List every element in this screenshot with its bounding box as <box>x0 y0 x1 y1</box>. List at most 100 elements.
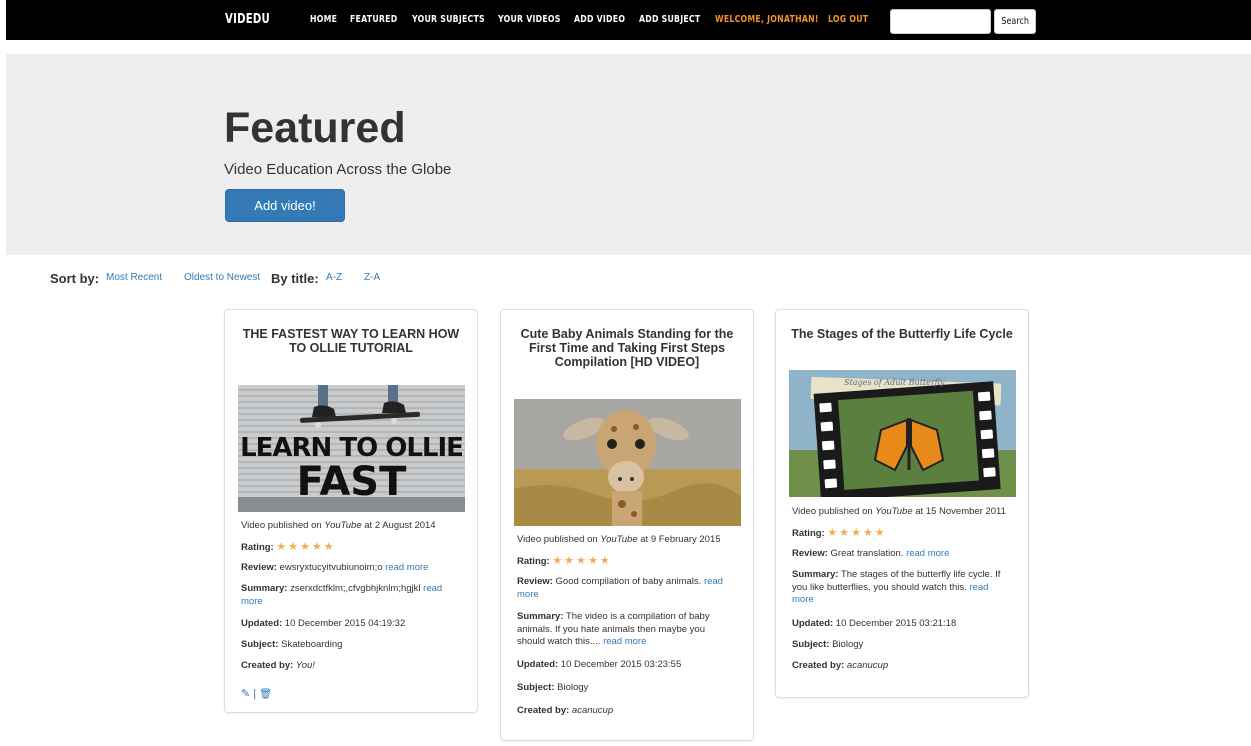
created-by-value: You! <box>295 660 315 671</box>
read-more-link[interactable]: more <box>241 596 263 607</box>
review-label: Review: <box>241 562 277 573</box>
top-navbar: VIDEDU HOME FEATURED YOUR SUBJECTS YOUR … <box>6 0 1251 40</box>
video-card: Cute Baby Animals Standing for the First… <box>500 309 754 741</box>
published-info: Video published on YouTube at 2 August 2… <box>241 520 465 533</box>
read-more-link[interactable]: read <box>704 576 723 587</box>
review-label: Review: <box>517 576 553 587</box>
nav-home[interactable]: HOME <box>310 14 337 25</box>
video-thumbnail[interactable]: Stages of Adult Butterfly <box>789 370 1016 497</box>
read-more-link[interactable]: more <box>517 589 539 600</box>
hero-banner: Featured Video Education Across the Glob… <box>6 54 1251 255</box>
created-by-label: Created by: <box>517 705 570 716</box>
rating-label: Rating: <box>241 542 274 553</box>
subject-label: Subject: <box>241 639 279 650</box>
nav-your-subjects[interactable]: YOUR SUBJECTS <box>412 14 485 25</box>
review-label: Review: <box>792 548 828 559</box>
search-button[interactable]: Search <box>994 9 1036 34</box>
nav-your-videos[interactable]: YOUR VIDEOS <box>498 14 561 25</box>
read-more-link[interactable]: read more <box>906 548 949 559</box>
summary-label: Summary: <box>792 569 839 580</box>
baby-giraffe-thumbnail-image <box>514 399 741 526</box>
summary-row: Summary: The stages of the butterfly lif… <box>792 569 1016 607</box>
summary-label: Summary: <box>517 611 564 622</box>
sort-most-recent[interactable]: Most Recent <box>106 272 162 283</box>
actions-separator: | <box>253 688 257 700</box>
review-row: Review: Good compilation of baby animals… <box>517 576 741 601</box>
video-title-line: THE FASTEST WAY TO LEARN HOW <box>242 327 460 341</box>
read-more-link[interactable]: read more <box>385 562 428 573</box>
nav-log-out[interactable]: LOG OUT <box>828 14 868 25</box>
read-more-link[interactable]: read <box>969 582 988 593</box>
rating-row: Rating: ★★★★★ <box>241 541 465 555</box>
video-title[interactable]: Cute Baby Animals Standing for the First… <box>511 327 743 369</box>
add-video-button[interactable]: Add video! <box>225 189 345 222</box>
summary-text: you like butterflies, you should watch t… <box>792 581 970 593</box>
subject-label: Subject: <box>517 682 555 693</box>
updated-value: 10 December 2015 03:21:18 <box>833 618 957 629</box>
created-by-label: Created by: <box>792 660 845 671</box>
created-by-value: acanucup <box>571 705 614 716</box>
subject-row: Subject: Biology <box>517 682 741 695</box>
published-info: Video published on YouTube at 15 Novembe… <box>792 506 1016 519</box>
published-prefix: Video published on <box>792 506 876 517</box>
platform-name: YouTube <box>875 506 913 517</box>
star-rating-icon: ★★★★★ <box>276 541 336 553</box>
sort-oldest-to-newest[interactable]: Oldest to Newest <box>184 272 260 283</box>
read-more-link[interactable]: read more <box>603 636 646 647</box>
read-more-link[interactable]: read <box>423 583 442 594</box>
brand-logo[interactable]: VIDEDU <box>225 12 270 27</box>
video-thumbnail[interactable] <box>514 399 741 526</box>
summary-text: animals. If you hate animals then maybe … <box>517 623 705 635</box>
review-text: Great translation. <box>827 548 907 559</box>
nav-featured[interactable]: FEATURED <box>350 14 397 25</box>
video-title-line: Cute Baby Animals Standing for the <box>520 327 734 341</box>
nav-add-video[interactable]: ADD VIDEO <box>574 14 625 25</box>
subject-label: Subject: <box>792 639 830 650</box>
rating-label: Rating: <box>517 556 550 567</box>
summary-text: should watch this.... <box>517 636 604 647</box>
platform-name: YouTube <box>324 520 362 531</box>
summary-row: Summary: The video is a compilation of b… <box>517 611 741 649</box>
search-input[interactable] <box>890 9 991 34</box>
video-title-line: TO OLLIE TUTORIAL <box>289 341 413 355</box>
updated-label: Updated: <box>517 659 559 670</box>
created-by-row: Created by: acanucup <box>517 705 741 718</box>
search-button-label: Search <box>1001 16 1029 27</box>
platform-name: YouTube <box>600 534 638 545</box>
nav-welcome[interactable]: WELCOME, JONATHAN! <box>715 14 819 25</box>
published-date: at 9 February 2015 <box>637 534 721 545</box>
subject-row: Subject: Skateboarding <box>241 639 465 652</box>
video-title[interactable]: The Stages of the Butterfly Life Cycle <box>786 327 1018 341</box>
trash-icon[interactable]: 🗑 <box>259 689 272 700</box>
video-title[interactable]: THE FASTEST WAY TO LEARN HOW TO OLLIE TU… <box>235 327 467 355</box>
review-text: Good compilation of baby animals. <box>552 576 704 587</box>
page-subtitle: Video Education Across the Globe <box>224 161 452 178</box>
read-more-link[interactable]: more <box>792 594 814 605</box>
updated-value: 10 December 2015 04:19:32 <box>282 618 406 629</box>
sort-z-a[interactable]: Z-A <box>364 272 380 283</box>
published-info: Video published on YouTube at 9 February… <box>517 534 741 547</box>
nav-add-subject[interactable]: ADD SUBJECT <box>639 14 700 25</box>
updated-label: Updated: <box>241 618 283 629</box>
sort-by-label: Sort by: <box>50 271 100 286</box>
card-actions: ✎ | 🗑 <box>241 687 272 700</box>
rating-row: Rating: ★★★★★ <box>792 527 1016 541</box>
rating-label: Rating: <box>792 528 825 539</box>
page-title: Featured <box>224 104 406 152</box>
summary-label: Summary: <box>241 583 288 594</box>
created-by-row: Created by: You! <box>241 660 465 673</box>
updated-value: 10 December 2015 03:23:55 <box>558 659 682 670</box>
thumbnail-caption: LEARN TO OLLIE <box>240 433 464 463</box>
summary-text: The stages of the butterfly life cycle. … <box>838 569 1001 580</box>
edit-icon[interactable]: ✎ <box>241 688 250 700</box>
video-title-line: Compilation [HD VIDEO] <box>554 355 700 369</box>
created-by-row: Created by: acanucup <box>792 660 1016 673</box>
summary-text: The video is a compilation of baby <box>563 611 710 622</box>
video-thumbnail[interactable]: LEARN TO OLLIE FAST <box>238 385 465 512</box>
updated-label: Updated: <box>792 618 834 629</box>
video-title-line: The Stages of the Butterfly Life Cycle <box>791 327 1013 341</box>
updated-row: Updated: 10 December 2015 04:19:32 <box>241 618 465 631</box>
updated-row: Updated: 10 December 2015 03:23:55 <box>517 659 741 672</box>
thumbnail-caption: Stages of Adult Butterfly <box>844 378 945 387</box>
sort-a-z[interactable]: A-Z <box>326 272 342 283</box>
